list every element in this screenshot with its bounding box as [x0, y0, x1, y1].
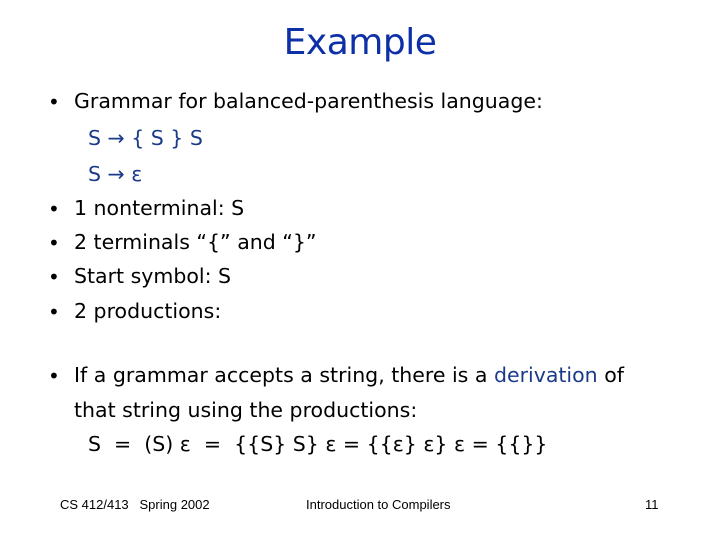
- bullet-start-symbol: Start symbol: S: [74, 264, 232, 288]
- bullet-marker: [48, 197, 60, 221]
- bullet-derivation-line1: If a grammar accepts a string, there is …: [74, 363, 624, 387]
- bullet-marker: [48, 265, 60, 289]
- footer-page-number: 11: [645, 497, 659, 512]
- bullet-nonterminal: 1 nonterminal: S: [74, 196, 245, 220]
- bullet-marker: [48, 90, 60, 114]
- bullet-derivation-line2: that string using the productions:: [74, 398, 418, 422]
- footer-subject: Introduction to Compilers: [306, 497, 451, 512]
- footer-course: CS 412/413 Spring 2002: [60, 497, 210, 512]
- derivation-term: derivation: [493, 363, 598, 387]
- bullet-marker: [48, 300, 60, 324]
- production-2: S → ε: [88, 162, 143, 186]
- bullet-grammar-description: Grammar for balanced-parenthesis languag…: [74, 89, 543, 113]
- slide-title: Example: [283, 22, 437, 63]
- bullet-productions: 2 productions:: [74, 299, 222, 323]
- bullet-marker: [48, 231, 60, 255]
- derivation-sequence: S = (S) ε = {{S} S} ε = {{ε} ε} ε = {{}}: [88, 432, 548, 456]
- bullet-terminals: 2 terminals “{” and “}”: [74, 230, 317, 254]
- derivation-text-pre: If a grammar accepts a string, there is …: [74, 363, 494, 387]
- bullet-marker: [48, 364, 60, 388]
- derivation-text-post: of: [597, 363, 624, 387]
- production-1: S → { S } S: [88, 126, 203, 150]
